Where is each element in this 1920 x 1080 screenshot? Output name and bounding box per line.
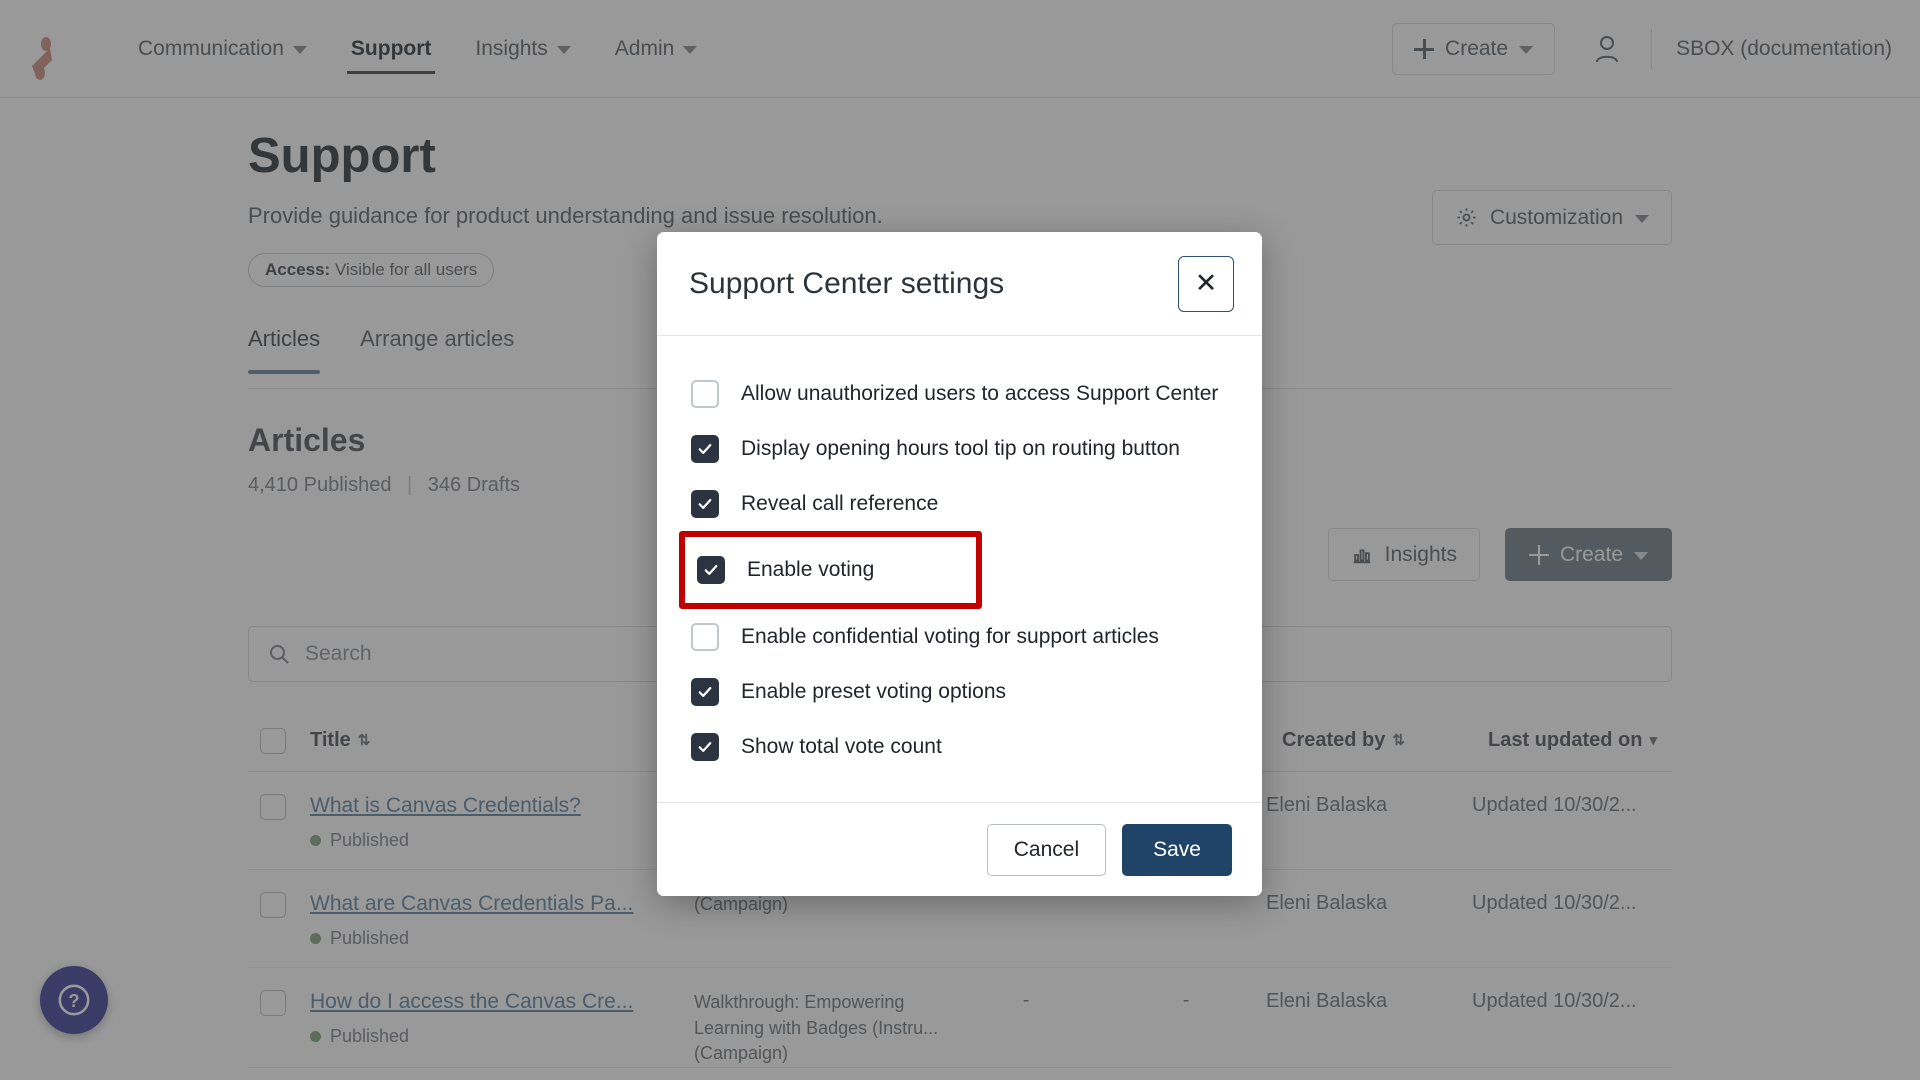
check-icon	[698, 443, 712, 454]
option-label: Reveal call reference	[741, 491, 939, 515]
option-label: Enable voting	[747, 558, 875, 581]
check-icon	[704, 564, 718, 575]
option-allow-unauthorized-users[interactable]: Allow unauthorized users to access Suppo…	[657, 366, 1262, 421]
dialog-title: Support Center settings	[689, 266, 1005, 300]
check-icon	[698, 741, 712, 752]
check-icon	[698, 686, 712, 697]
option-label: Allow unauthorized users to access Suppo…	[741, 381, 1219, 405]
option-label: Display opening hours tool tip on routin…	[741, 436, 1180, 460]
checkbox[interactable]	[691, 622, 719, 651]
option-label: Enable confidential voting for support a…	[741, 624, 1159, 648]
checkbox[interactable]	[697, 556, 725, 584]
dialog-header: Support Center settings ✕	[657, 232, 1262, 336]
option-show-total-vote-count[interactable]: Show total vote count	[657, 719, 1262, 774]
option-enable-voting[interactable]: Enable voting	[679, 531, 982, 609]
checkbox[interactable]	[691, 489, 719, 518]
option-label: Show total vote count	[741, 734, 942, 758]
dialog-footer: Cancel Save	[657, 802, 1262, 896]
close-icon[interactable]: ✕	[1178, 255, 1234, 312]
checkbox[interactable]	[691, 379, 719, 408]
check-icon	[698, 498, 712, 509]
option-reveal-call-reference[interactable]: Reveal call reference	[657, 476, 1262, 531]
checkbox[interactable]	[691, 677, 719, 706]
checkbox[interactable]	[691, 434, 719, 463]
support-center-settings-dialog: Support Center settings ✕ Allow unauthor…	[657, 232, 1262, 896]
screen-root: Communication Support Insights Admin	[0, 0, 1920, 1080]
option-enable-preset-voting-options[interactable]: Enable preset voting options	[657, 664, 1262, 719]
option-enable-confidential-voting[interactable]: Enable confidential voting for support a…	[657, 609, 1262, 664]
cancel-button[interactable]: Cancel	[986, 823, 1107, 876]
checkbox[interactable]	[691, 732, 719, 761]
option-label: Enable preset voting options	[741, 679, 1007, 703]
save-button[interactable]: Save	[1122, 823, 1232, 876]
dialog-body: Allow unauthorized users to access Suppo…	[657, 336, 1262, 802]
option-display-opening-hours-tooltip[interactable]: Display opening hours tool tip on routin…	[657, 421, 1262, 476]
